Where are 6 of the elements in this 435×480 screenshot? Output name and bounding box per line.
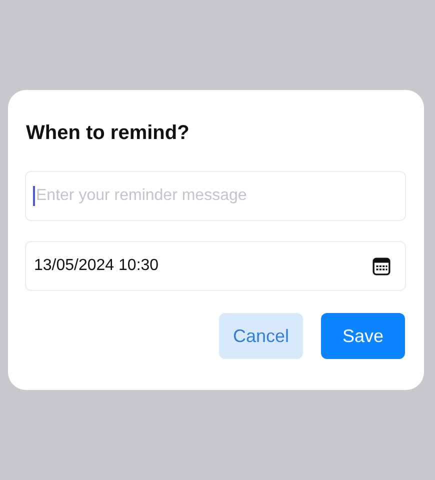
date-field[interactable]: 13/05/2024 10:30 — [25, 241, 406, 291]
cancel-button[interactable]: Cancel — [219, 313, 303, 359]
save-button[interactable]: Save — [321, 313, 405, 359]
message-field[interactable]: Enter your reminder message — [25, 171, 406, 221]
dialog-title: When to remind? — [25, 122, 190, 146]
calendar-icon[interactable] — [372, 256, 391, 276]
